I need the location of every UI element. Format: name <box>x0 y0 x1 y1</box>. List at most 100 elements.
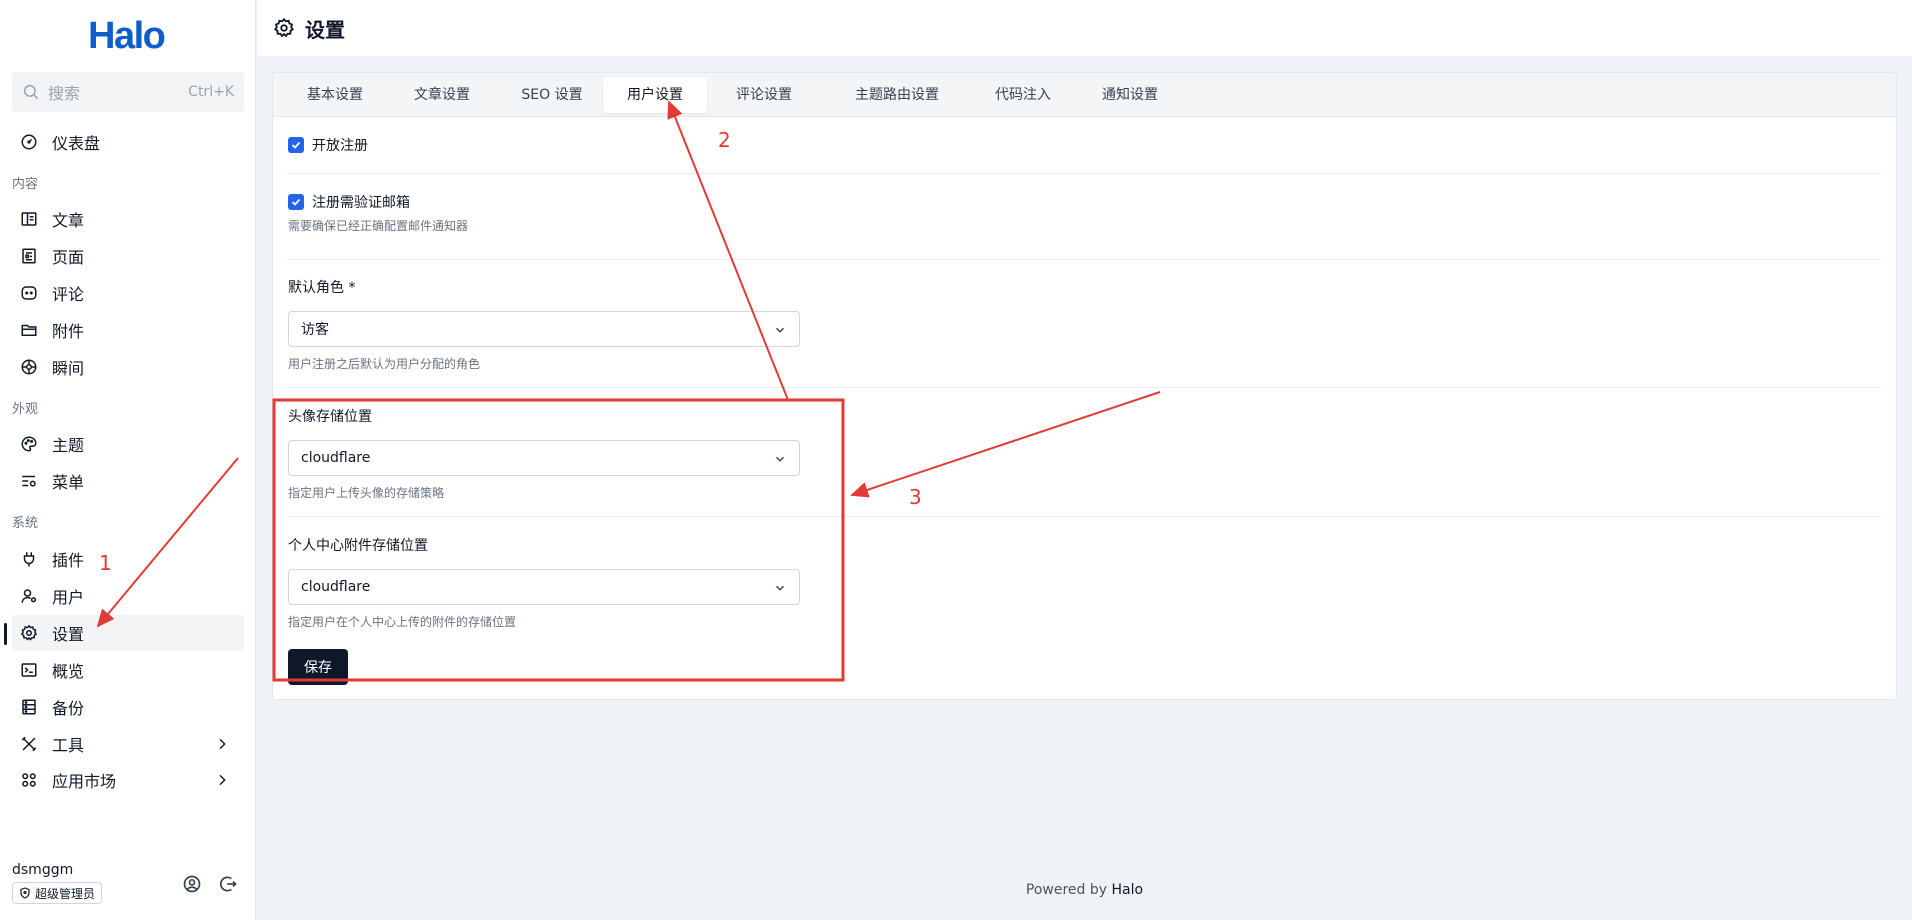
sidebar-item-label: 页面 <box>52 248 85 267</box>
tab-user[interactable]: 用户设置 <box>603 77 707 113</box>
require-email-checkbox[interactable]: 注册需验证邮箱 <box>288 192 410 212</box>
sidebar-item-label: 备份 <box>52 699 85 718</box>
select-value: cloudflare <box>301 450 371 466</box>
current-user: dsmggm 超级管理员 <box>12 862 103 904</box>
default-role-label: 默认角色 * <box>288 280 356 296</box>
settings-card: 基本设置 文章设置 SEO 设置 用户设置 评论设置 主题路由设置 代码注入 通… <box>272 72 1897 700</box>
sidebar-item-label: 文章 <box>52 211 85 230</box>
logout-icon[interactable] <box>218 874 238 894</box>
avatar-storage-help: 指定用户上传头像的存储策略 <box>288 486 445 500</box>
shield-icon <box>20 887 30 899</box>
checkbox-checked[interactable] <box>288 194 304 210</box>
page-header: 设置 <box>257 0 1912 56</box>
sidebar-item-overview[interactable]: 概览 <box>12 652 244 688</box>
tab-notification[interactable]: 通知设置 <box>1080 77 1180 113</box>
profile-icon[interactable] <box>182 874 202 894</box>
footer-prefix: Powered by <box>1025 882 1108 898</box>
search-input[interactable]: 搜索 Ctrl+K <box>12 72 244 112</box>
sidebar-item-pages[interactable]: 页面 <box>12 238 244 274</box>
sidebar-item-label: 设置 <box>52 625 85 644</box>
sidebar-item-moments[interactable]: 瞬间 <box>12 349 244 385</box>
sidebar-item-label: 仪表盘 <box>52 134 101 153</box>
divider <box>287 387 1882 388</box>
chevron-right-icon <box>219 774 226 786</box>
checkbox-label: 注册需验证邮箱 <box>312 195 410 211</box>
book-icon <box>20 210 38 228</box>
chevron-down-icon <box>776 456 784 462</box>
sidebar-item-label: 菜单 <box>52 473 85 492</box>
nav-group-appearance: 外观 <box>12 402 39 417</box>
sidebar-item-posts[interactable]: 文章 <box>12 201 244 237</box>
menu-settings-icon <box>20 472 38 490</box>
sidebar-item-label: 应用市场 <box>52 772 117 791</box>
tab-seo[interactable]: SEO 设置 <box>502 77 602 113</box>
chevron-right-icon <box>219 738 226 750</box>
sidebar-item-plugins[interactable]: 插件 <box>12 541 244 577</box>
avatar-storage-select[interactable]: cloudflare <box>288 440 800 476</box>
backup-icon <box>20 698 38 716</box>
avatar-storage-label: 头像存储位置 <box>288 409 372 425</box>
sidebar-item-tools[interactable]: 工具 <box>12 726 244 762</box>
sidebar-item-settings[interactable]: 设置 <box>12 615 244 651</box>
sidebar-item-themes[interactable]: 主题 <box>12 426 244 462</box>
checkbox-checked[interactable] <box>288 137 304 153</box>
footer-brand[interactable]: Halo <box>1112 882 1144 898</box>
palette-icon <box>20 435 38 453</box>
uc-attachment-storage-select[interactable]: cloudflare <box>288 569 800 605</box>
sidebar-item-app-market[interactable]: 应用市场 <box>12 762 244 798</box>
annotation-number-3: 3 <box>909 485 922 509</box>
tab-comment[interactable]: 评论设置 <box>714 77 814 113</box>
sidebar-item-label: 瞬间 <box>52 359 85 378</box>
moments-icon <box>20 358 38 376</box>
halo-logo[interactable]: Halo <box>88 14 168 58</box>
apps-icon <box>20 771 38 789</box>
save-button[interactable]: 保存 <box>288 649 348 685</box>
require-email-help: 需要确保已经正确配置邮件通知器 <box>288 219 469 233</box>
default-role-select[interactable]: 访客 <box>288 311 800 347</box>
sidebar-item-label: 附件 <box>52 322 85 341</box>
divider <box>287 259 1882 260</box>
sidebar-item-label: 用户 <box>52 588 85 607</box>
tools-icon <box>20 735 38 753</box>
check-icon <box>291 198 301 206</box>
annotation-number-2: 2 <box>718 128 731 152</box>
user-name: dsmggm <box>12 862 74 878</box>
sidebar-item-attachments[interactable]: 附件 <box>12 312 244 348</box>
tab-post[interactable]: 文章设置 <box>392 77 492 113</box>
active-indicator <box>4 623 7 645</box>
sidebar-item-users[interactable]: 用户 <box>12 578 244 614</box>
footer: Powered by Halo <box>257 882 1912 898</box>
sidebar-item-comments[interactable]: 评论 <box>12 275 244 311</box>
allow-register-checkbox[interactable]: 开放注册 <box>288 135 368 155</box>
search-shortcut: Ctrl+K <box>188 84 234 100</box>
default-role-help: 用户注册之后默认为用户分配的角色 <box>288 357 481 371</box>
sidebar: Halo 搜索 Ctrl+K 仪表盘 内容 文章 页面 评论 附件 瞬间 外观 … <box>0 0 256 920</box>
tab-code-inject[interactable]: 代码注入 <box>973 77 1073 113</box>
sidebar-item-label: 插件 <box>52 551 85 570</box>
tab-theme-route[interactable]: 主题路由设置 <box>829 77 965 113</box>
comment-icon <box>20 284 38 302</box>
page-title: 设置 <box>305 17 345 42</box>
annotation-number-1: 1 <box>99 551 112 575</box>
settings-tabs: 基本设置 文章设置 SEO 设置 用户设置 评论设置 主题路由设置 代码注入 通… <box>273 73 1896 117</box>
chevron-down-icon <box>776 327 784 333</box>
checkbox-label: 开放注册 <box>312 138 368 154</box>
select-value: 访客 <box>301 322 329 338</box>
nav-group-system: 系统 <box>12 516 39 531</box>
page-icon <box>20 247 38 265</box>
terminal-icon <box>20 661 38 679</box>
sidebar-item-backup[interactable]: 备份 <box>12 689 244 725</box>
dashboard-icon <box>20 133 38 151</box>
nav-group-content: 内容 <box>12 177 39 192</box>
sidebar-item-label: 主题 <box>52 436 85 455</box>
tab-basic[interactable]: 基本设置 <box>285 77 385 113</box>
check-icon <box>291 141 301 149</box>
sidebar-item-dashboard[interactable]: 仪表盘 <box>12 124 244 160</box>
user-icon <box>20 587 38 605</box>
sidebar-item-menus[interactable]: 菜单 <box>12 463 244 499</box>
gear-icon <box>20 624 38 642</box>
search-placeholder: 搜索 <box>48 84 81 103</box>
role-badge: 超级管理员 <box>12 882 103 904</box>
search-icon <box>23 84 39 100</box>
divider <box>287 173 1882 174</box>
